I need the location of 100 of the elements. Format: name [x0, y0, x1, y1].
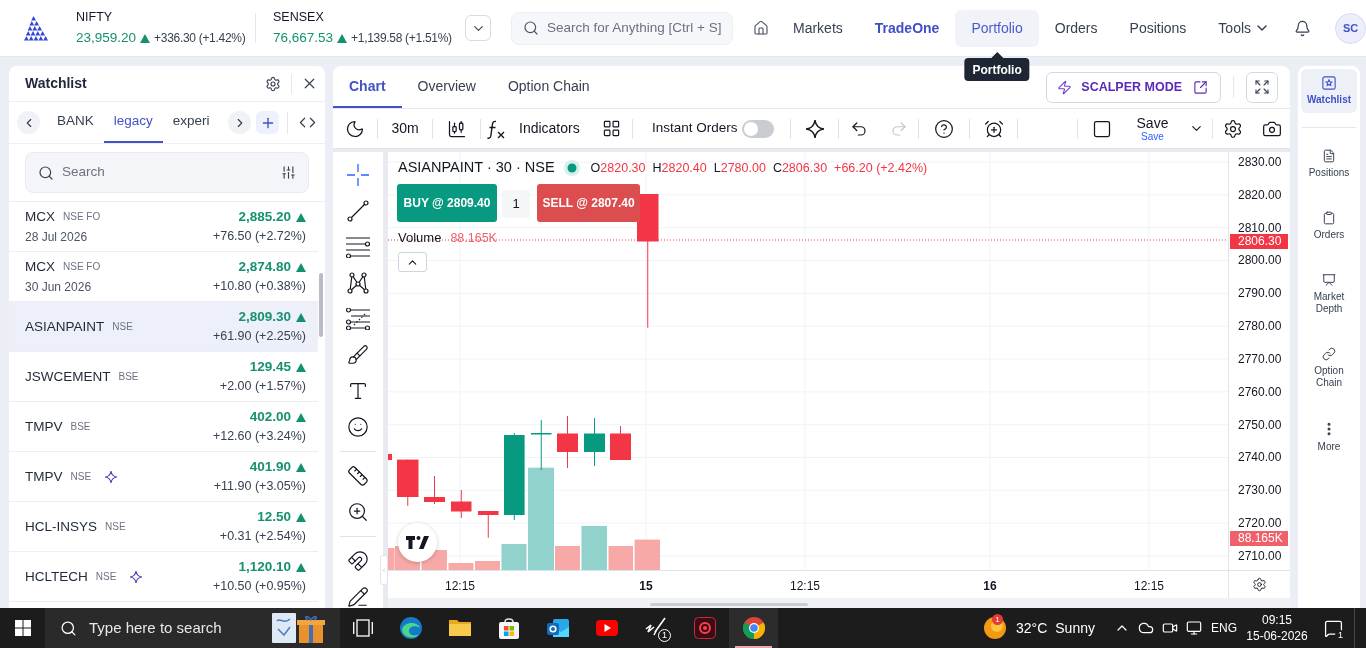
notifications-button[interactable]: 1	[1312, 608, 1354, 648]
price-change: +11.90 (+3.05%)	[213, 479, 306, 494]
square-icon	[1091, 118, 1112, 139]
price-axis-label: 2750.00	[1237, 417, 1283, 432]
candle	[388, 453, 392, 461]
horizontal-scrollbar[interactable]	[650, 603, 808, 606]
star-square-icon	[1322, 76, 1336, 90]
last-price: 2,874.80	[238, 259, 291, 275]
price-axis-label: 2740.00	[1237, 450, 1283, 465]
profile-avatar[interactable]: SC	[1335, 12, 1366, 44]
index-value: 23,959.20	[76, 30, 137, 46]
expand-icon	[1254, 79, 1270, 95]
weather-condition: Sunny	[1055, 618, 1095, 638]
sidebar-item[interactable]: Watchlist	[1301, 69, 1357, 113]
chart-tab[interactable]: Option Chain	[491, 66, 606, 108]
nav-link[interactable]: Markets	[777, 9, 859, 47]
message-icon	[1323, 618, 1343, 638]
presentation-board-icon	[1322, 273, 1336, 287]
price-change: +10.50 (+0.95%)	[212, 579, 306, 594]
last-price: 12.50	[257, 509, 291, 525]
grid-icon	[601, 119, 621, 138]
nav-link[interactable]: Positions	[1113, 9, 1203, 47]
toggle-switch[interactable]	[741, 119, 774, 138]
magnet-icon	[347, 550, 369, 572]
scroll-left-button[interactable]	[17, 111, 40, 134]
lightning-icon	[1057, 79, 1073, 95]
save-button[interactable]: Save Save	[1136, 115, 1169, 142]
alarm-clock-plus-icon	[983, 118, 1004, 139]
nav-link[interactable]: Portfolio	[955, 9, 1039, 47]
price-axis-label: 2780.00	[1237, 319, 1283, 334]
symbol-name: HCLTECH	[25, 568, 88, 585]
clock[interactable]: 09:15 15-06-2026	[1242, 608, 1312, 648]
watchlist-tab[interactable]: experi	[162, 102, 220, 143]
search-input[interactable]: Search for Anything [Ctrl + S]	[547, 17, 721, 39]
buy-button[interactable]: BUY @ 2809.40	[397, 184, 497, 222]
search-input[interactable]: Search	[62, 162, 281, 183]
last-price: 129.45	[249, 359, 291, 375]
tricolor-circle-icon	[742, 617, 765, 639]
taskbar-search-input[interactable]: Type here to search	[89, 616, 272, 640]
search-field[interactable]: Search	[25, 152, 309, 193]
watchlist-tab[interactable]: BANK	[47, 102, 104, 143]
index-change: +1,139.58 (+1.51%)	[351, 30, 452, 46]
interval-button[interactable]: 30m	[387, 113, 423, 144]
time-axis-label: 12:15	[445, 578, 475, 595]
taskbar-app[interactable]	[729, 608, 778, 648]
quantity-field[interactable]: 1	[502, 190, 530, 218]
candle	[531, 419, 552, 471]
symbol-name: ASIANPAINT	[25, 318, 105, 335]
volume-tag: 88.165K	[1230, 531, 1288, 546]
shopping-bag-icon	[497, 617, 520, 639]
video-camera-icon	[1162, 620, 1178, 636]
price-change: +0.31 (+2.54%)	[219, 529, 306, 544]
weather-temperature: 32°C	[1016, 618, 1048, 638]
document-icon	[1322, 149, 1336, 163]
candle	[478, 510, 499, 539]
candlestick-icon	[446, 118, 467, 139]
smiley-icon	[347, 416, 369, 438]
indicators-button[interactable]: Indicators	[481, 113, 580, 144]
sell-button[interactable]: SELL @ 2807.40	[537, 184, 640, 222]
search-field[interactable]: Search for Anything [Ctrl + S]	[511, 11, 733, 45]
exchange-label: NSE FO	[63, 261, 101, 273]
scalper-mode-button[interactable]: SCALPER MODE	[1046, 71, 1221, 103]
symbol-name: JSWCEMENT	[25, 368, 111, 385]
illustration-drawing	[272, 611, 325, 645]
price-change: +2.00 (+1.57%)	[219, 379, 306, 394]
search-icon	[38, 164, 54, 181]
last-price: 402.00	[249, 409, 291, 425]
chart-tab[interactable]: Overview	[401, 66, 492, 108]
nav-link[interactable]: TradeOne	[858, 9, 956, 47]
add-watchlist-button[interactable]	[256, 111, 279, 134]
collapse-button[interactable]	[398, 252, 427, 272]
exchange-label: NSE	[95, 570, 117, 583]
symbol-name: MCX	[25, 259, 55, 275]
scrollbar-thumb[interactable]	[319, 273, 323, 337]
filter-sliders-icon	[281, 165, 296, 180]
collapse-handle[interactable]	[380, 555, 388, 585]
search-icon	[60, 619, 77, 637]
price-change: +76.50 (+2.72%)	[212, 229, 306, 244]
fullscreen-button[interactable]	[1246, 71, 1278, 103]
last-price: 401.90	[249, 459, 291, 475]
record-icon	[693, 617, 716, 639]
nav-link[interactable]: Tools	[1202, 9, 1287, 47]
language-indicator[interactable]: ENG	[1206, 608, 1242, 648]
badge-count: 1	[992, 614, 1003, 625]
taskbar-app[interactable]: 1	[631, 608, 680, 648]
nav-link[interactable]: Orders	[1038, 9, 1114, 47]
logo-icon[interactable]	[24, 15, 48, 41]
index-value: 76,667.53	[273, 30, 334, 46]
candlestick-chart[interactable]: ASIANPAINT · 30 · NSE O2820.30 H2820.40 L2780.00 C2806.30 +66.20 (+2.42%) BUY @ 2809.40 1 SELL @ 2807.40 Volume 88.165K	[388, 152, 1228, 570]
price-change: +12.60 (+3.24%)	[212, 429, 306, 444]
taskbar-search-field[interactable]: Type here to search	[45, 608, 340, 648]
chart-tab[interactable]: Chart	[333, 66, 402, 108]
settings-icon	[265, 75, 281, 92]
monitor-icon	[1186, 620, 1202, 636]
watchlist-row[interactable]: ASIANPAINT NSE 2,809.30 +61.90 (+2.25%)	[9, 302, 318, 352]
price-axis-label: 2760.00	[1237, 384, 1283, 399]
scroll-right-button[interactable]	[228, 111, 251, 134]
price-change: +61.90 (+2.25%)	[212, 329, 306, 344]
level-lines-icon	[346, 308, 370, 330]
watchlist-tab[interactable]: legacy	[103, 102, 163, 143]
